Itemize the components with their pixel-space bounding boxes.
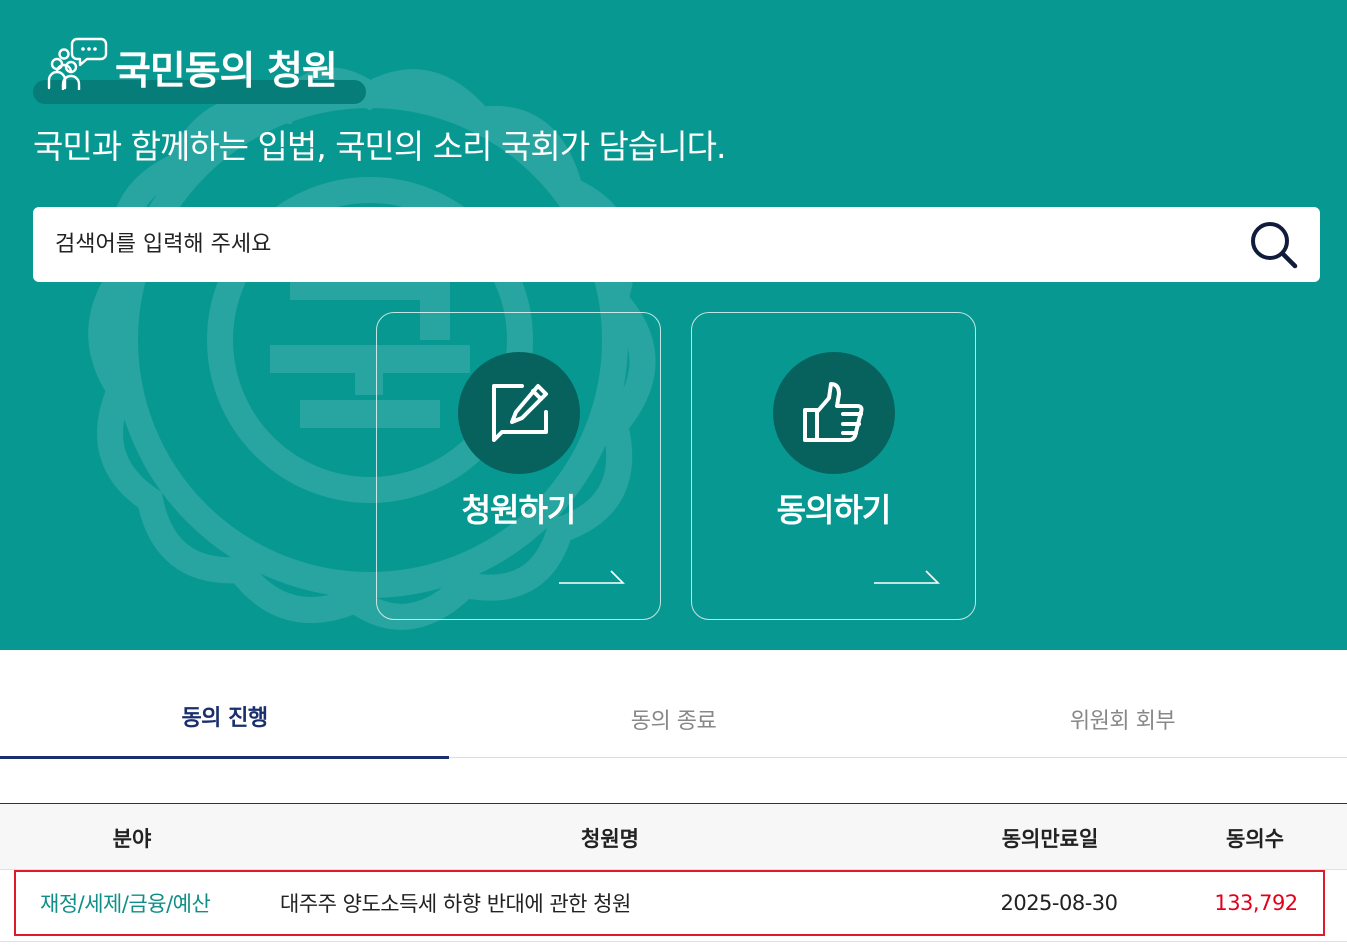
search-input[interactable] (55, 219, 1235, 269)
column-header-deadline: 동의만료일 (1001, 826, 1099, 851)
arrow-right-icon (874, 570, 940, 584)
column-header-title: 청원명 (581, 826, 639, 851)
search-button[interactable] (1246, 219, 1302, 271)
agree-card-label: 동의하기 (776, 491, 892, 529)
status-tabs: 동의 진행 동의 종료 위원회 회부 (0, 680, 1347, 759)
hero-tagline: 국민과 함께하는 입법, 국민의 소리 국회가 담습니다. (33, 127, 726, 166)
row-category[interactable]: 재정/세제/금융/예산 (40, 872, 211, 934)
table-bottom-border (0, 941, 1347, 942)
agree-icon-circle (773, 352, 895, 474)
people-speech-icon (47, 37, 108, 90)
row-title[interactable]: 대주주 양도소득세 하향 반대에 관한 청원 (280, 872, 631, 934)
table-row[interactable]: 재정/세제/금융/예산 대주주 양도소득세 하향 반대에 관한 청원 2025-… (14, 870, 1325, 936)
row-deadline: 2025-08-30 (1000, 891, 1118, 915)
agree-card[interactable]: 동의하기 (691, 312, 976, 620)
row-count: 133,792 (1214, 891, 1298, 915)
tab-committee-referred[interactable]: 위원회 회부 (898, 680, 1347, 758)
hero-banner: 국민동의 청원 국민과 함께하는 입법, 국민의 소리 국회가 담습니다. 청원… (0, 0, 1347, 650)
petition-card-label: 청원하기 (461, 491, 577, 529)
table-header: 분야 청원명 동의만료일 동의수 (0, 803, 1347, 870)
brand-logo[interactable]: 국민동의 청원 (33, 34, 373, 106)
thumbs-up-icon (803, 382, 864, 442)
brand-title: 국민동의 청원 (115, 49, 338, 94)
tab-agree-in-progress[interactable]: 동의 진행 (0, 680, 449, 759)
search-icon (1251, 222, 1298, 269)
search-bar (33, 207, 1320, 282)
edit-icon (492, 384, 548, 442)
petition-icon-circle (458, 352, 580, 474)
arrow-right-icon (559, 570, 625, 584)
column-header-category: 분야 (112, 826, 152, 851)
petition-card[interactable]: 청원하기 (376, 312, 661, 620)
tab-agree-closed[interactable]: 동의 종료 (449, 680, 898, 758)
column-header-count: 동의수 (1226, 826, 1284, 851)
